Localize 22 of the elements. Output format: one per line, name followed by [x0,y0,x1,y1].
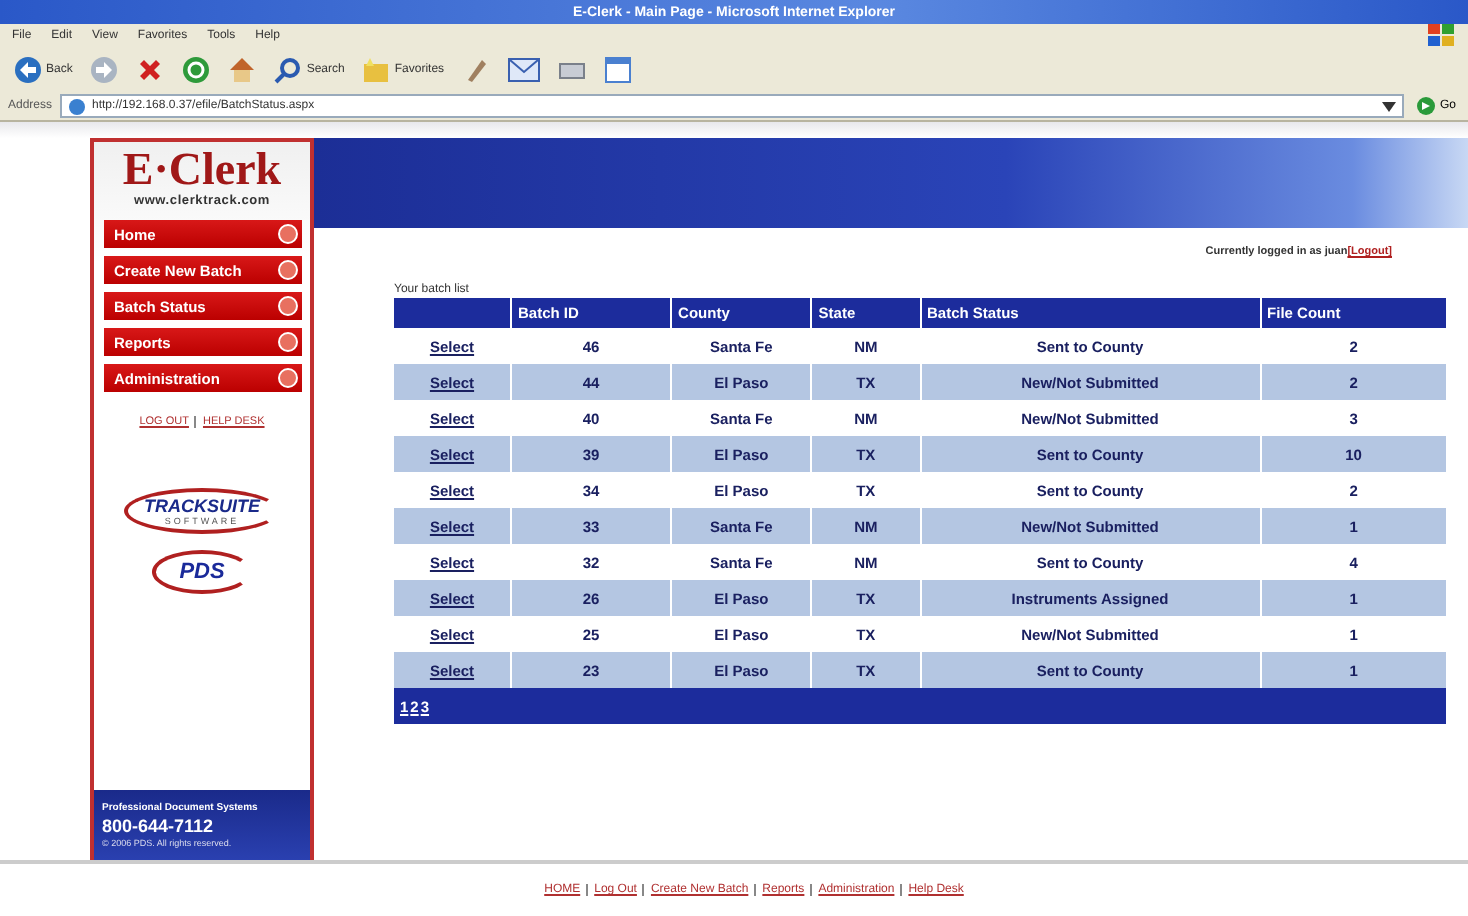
go-arrow-icon [1415,96,1436,116]
window-icon [604,56,633,84]
bullet-icon [278,224,298,244]
printer-icon [558,58,587,82]
search-icon [274,56,303,84]
mail-icon [508,58,541,82]
bullet-icon [278,296,298,316]
stop-icon [136,56,165,84]
logo-title: E·Clerk [122,146,282,194]
page-icon [68,97,87,115]
back-arrow-icon [14,56,42,84]
pencil-icon [462,56,491,84]
folder-icon [362,56,391,84]
bullet-icon [278,332,298,352]
bullet-icon [278,368,298,388]
phone-number: 800-644-7112 [102,816,216,836]
forward-arrow-icon [90,56,119,84]
refresh-icon [182,56,211,84]
windows-logo-icon [1428,24,1456,48]
dropdown-arrow-icon [1381,101,1396,111]
home-icon [228,56,257,84]
bullet-icon [278,260,298,280]
